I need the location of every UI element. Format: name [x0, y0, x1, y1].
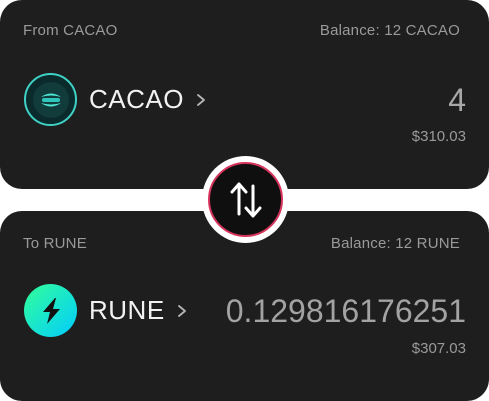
from-label: From CACAO	[23, 22, 118, 39]
to-amount-output: 0.129816176251	[225, 293, 466, 329]
from-amount-input[interactable]: 4	[448, 82, 466, 119]
to-asset-selector[interactable]: RUNE	[24, 284, 187, 337]
chevron-right-icon	[177, 304, 187, 318]
to-label: To RUNE	[23, 235, 87, 252]
cacao-logo-icon	[24, 73, 77, 126]
from-asset-selector[interactable]: CACAO	[24, 73, 206, 126]
from-balance: Balance: 12 CACAO	[319, 22, 460, 39]
swap-arrows-icon	[230, 182, 261, 217]
to-asset-name: RUNE	[89, 295, 165, 325]
from-card: From CACAO Balance: 12 CACAO CACAO 4 $31…	[0, 0, 489, 189]
to-balance: Balance: 12 RUNE	[330, 235, 460, 252]
swap-widget: From CACAO Balance: 12 CACAO CACAO 4 $31…	[0, 0, 489, 401]
to-usd-value: $307.03	[411, 340, 466, 357]
to-card: To RUNE Balance: 12 RUNE RUNE 0.12981617…	[0, 211, 489, 401]
rune-logo-icon	[24, 284, 77, 337]
chevron-right-icon	[196, 93, 206, 107]
from-usd-value: $310.03	[411, 128, 466, 145]
from-asset-name: CACAO	[89, 84, 184, 114]
swap-direction-button[interactable]	[208, 162, 283, 237]
